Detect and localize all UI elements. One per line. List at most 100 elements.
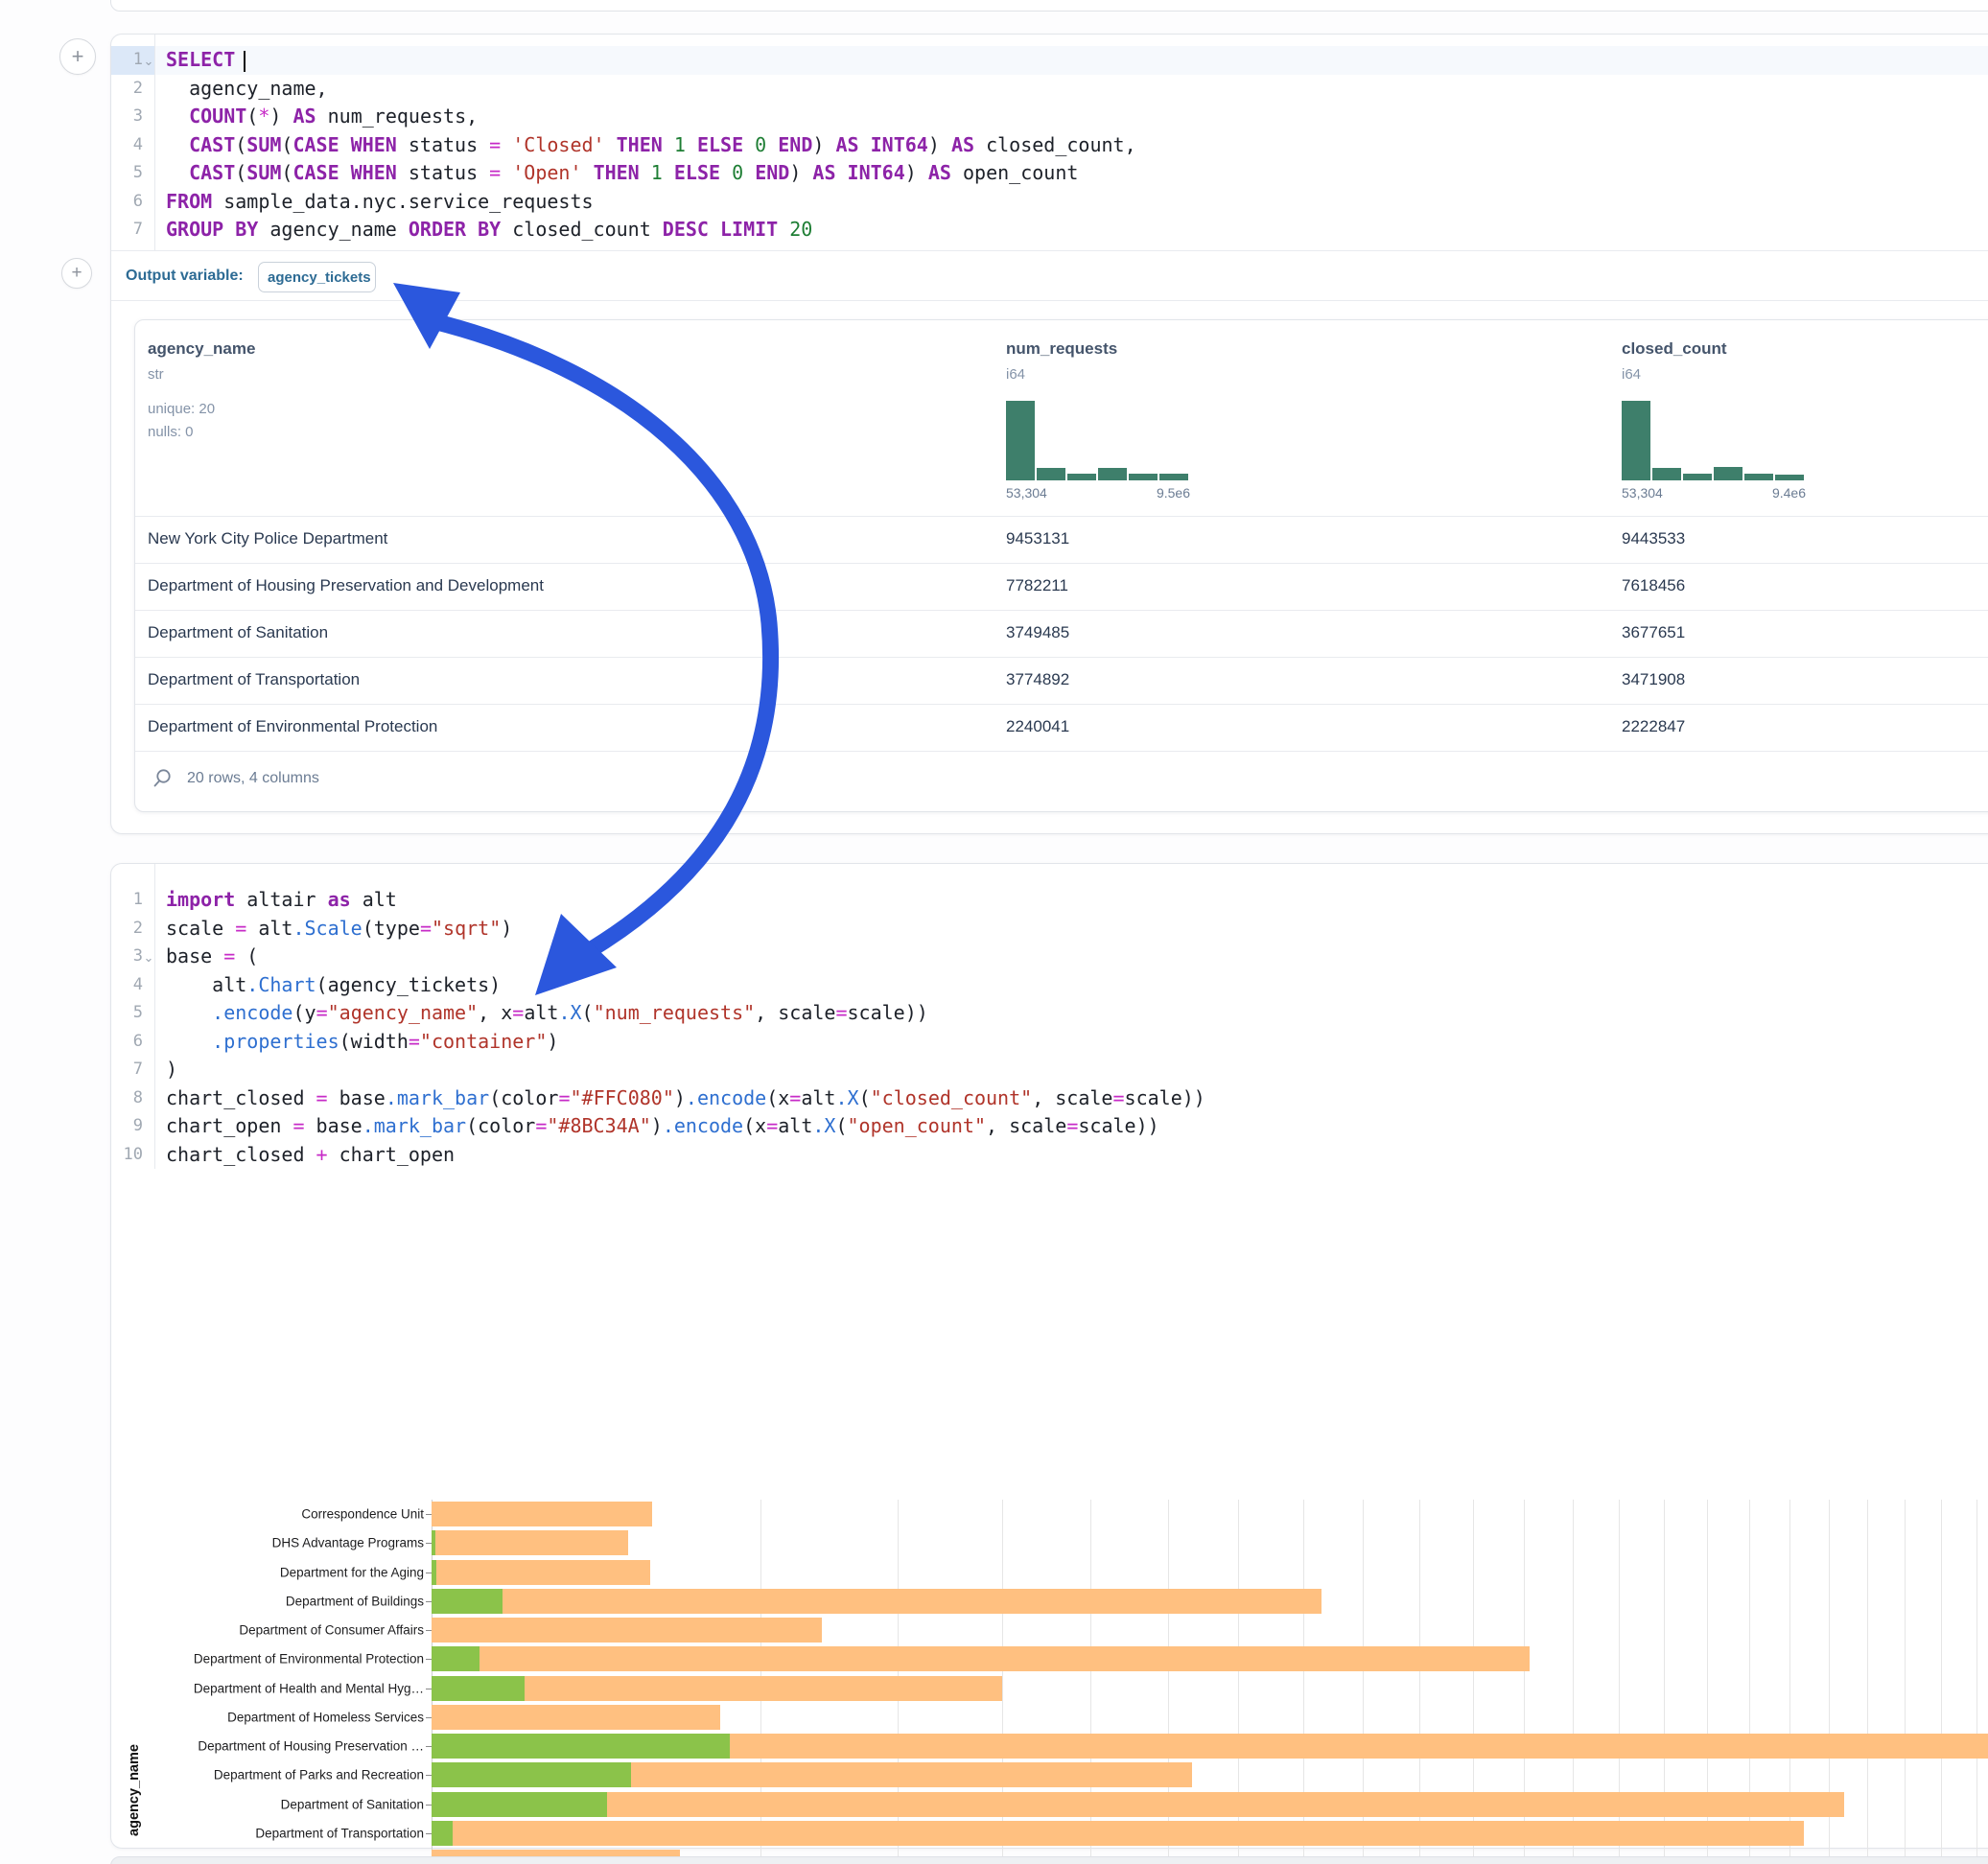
previous-cell-edge: [110, 0, 1988, 12]
cell-agency-name[interactable]: Department of Environmental Protection: [148, 717, 437, 736]
line-number: 7: [111, 216, 143, 245]
y-axis-label: Department of Housing Preservation …: [198, 1739, 424, 1754]
text-cursor: [244, 51, 246, 72]
closed-count-histogram: [1622, 401, 1806, 480]
cell-closed-count[interactable]: 3471908: [1622, 670, 1685, 689]
histogram-bin: [1622, 401, 1650, 480]
code-text: chart_open = base.mark_bar(color="#8BC34…: [166, 1112, 1159, 1141]
code-text: CAST(SUM(CASE WHEN status = 'Closed' THE…: [166, 131, 1136, 160]
cell-num-requests[interactable]: 3749485: [1006, 623, 1069, 642]
cell-agency-name[interactable]: Department of Transportation: [148, 670, 360, 689]
add-cell-button-top[interactable]: +: [59, 38, 96, 75]
open-count-bar[interactable]: [432, 1734, 730, 1759]
search-icon[interactable]: [151, 767, 174, 790]
cell-num-requests[interactable]: 2240041: [1006, 717, 1069, 736]
cell-agency-name[interactable]: Department of Sanitation: [148, 623, 328, 642]
line-number: 3: [111, 943, 143, 971]
code-text: agency_name,: [166, 75, 328, 104]
open-count-bar[interactable]: [432, 1646, 479, 1671]
histogram-bin: [1775, 475, 1804, 480]
column-header-closed-count[interactable]: closed_count: [1622, 339, 1727, 359]
cell-closed-count[interactable]: 7618456: [1622, 576, 1685, 595]
code-text: SELECT: [166, 46, 246, 75]
closed-count-bar[interactable]: [432, 1792, 1844, 1817]
code-line[interactable]: 4 CAST(SUM(CASE WHEN status = 'Closed' T…: [111, 131, 1988, 160]
next-cell-edge: [110, 1856, 1988, 1864]
python-code-editor[interactable]: 1import altair as alt2scale = alt.Scale(…: [111, 886, 1988, 1169]
gutter-divider-2: [154, 864, 155, 1169]
y-axis-label: Department of Homeless Services: [227, 1710, 424, 1724]
code-line[interactable]: 2scale = alt.Scale(type="sqrt"): [111, 915, 1988, 944]
code-line[interactable]: 3⌄base = (: [111, 943, 1988, 971]
line-number: 4: [111, 131, 143, 160]
output-table-divider: [111, 300, 1988, 301]
closed-count-bar[interactable]: [432, 1530, 628, 1555]
closed-count-bar[interactable]: [432, 1821, 1804, 1846]
histogram-bin: [1037, 468, 1065, 480]
sql-code-editor[interactable]: 1⌄SELECT2 agency_name,3 COUNT(*) AS num_…: [111, 46, 1988, 245]
gutter-divider: [154, 35, 155, 250]
code-text: ): [166, 1056, 177, 1084]
histogram-bin: [1652, 468, 1681, 480]
line-number: 7: [111, 1056, 143, 1084]
code-line[interactable]: 1⌄SELECT: [111, 46, 1988, 75]
code-text: COUNT(*) AS num_requests,: [166, 103, 478, 131]
add-cell-button-output[interactable]: +: [61, 258, 92, 289]
fold-chevron-icon[interactable]: ⌄: [143, 944, 154, 972]
line-number: 6: [111, 188, 143, 217]
cell-closed-count[interactable]: 3677651: [1622, 623, 1685, 642]
result-table-card: agency_name str unique: 20 nulls: 0 num_…: [134, 319, 1988, 812]
code-line[interactable]: 5 .encode(y="agency_name", x=alt.X("num_…: [111, 999, 1988, 1028]
open-count-bar[interactable]: [432, 1589, 503, 1614]
code-line[interactable]: 9chart_open = base.mark_bar(color="#8BC3…: [111, 1112, 1988, 1141]
code-line[interactable]: 7GROUP BY agency_name ORDER BY closed_co…: [111, 216, 1988, 245]
hist-max-label-2: 9.4e6: [1718, 485, 1806, 501]
closed-count-bar[interactable]: [432, 1646, 1530, 1671]
cell-num-requests[interactable]: 3774892: [1006, 670, 1069, 689]
open-count-bar[interactable]: [432, 1530, 435, 1555]
cell-agency-name[interactable]: New York City Police Department: [148, 529, 387, 548]
closed-count-bar[interactable]: [432, 1560, 650, 1585]
closed-count-bar[interactable]: [432, 1705, 720, 1730]
open-count-bar[interactable]: [432, 1560, 436, 1585]
y-axis-label: Department of Buildings: [286, 1594, 424, 1608]
line-number: 4: [111, 971, 143, 1000]
code-line[interactable]: 1import altair as alt: [111, 886, 1988, 915]
histogram-bin: [1006, 401, 1035, 480]
code-line[interactable]: 6FROM sample_data.nyc.service_requests: [111, 188, 1988, 217]
cell-closed-count[interactable]: 2222847: [1622, 717, 1685, 736]
code-line[interactable]: 7): [111, 1056, 1988, 1084]
hist-min-label-2: 53,304: [1622, 485, 1663, 501]
open-count-bar[interactable]: [432, 1676, 525, 1701]
histogram-bin: [1129, 474, 1158, 480]
column-header-agency-name[interactable]: agency_name: [148, 339, 255, 359]
cell-agency-name[interactable]: Department of Housing Preservation and D…: [148, 576, 544, 595]
output-variable-chip[interactable]: agency_tickets: [258, 262, 376, 292]
histogram-bin: [1714, 467, 1742, 480]
closed-count-bar[interactable]: [432, 1589, 1321, 1614]
code-line[interactable]: 5 CAST(SUM(CASE WHEN status = 'Open' THE…: [111, 159, 1988, 188]
code-line[interactable]: 8chart_closed = base.mark_bar(color="#FF…: [111, 1084, 1988, 1113]
code-line[interactable]: 6 .properties(width="container"): [111, 1028, 1988, 1057]
chart-plot-area: [432, 1500, 1988, 1864]
fold-chevron-icon[interactable]: ⌄: [143, 47, 154, 76]
code-line[interactable]: 4 alt.Chart(agency_tickets): [111, 971, 1988, 1000]
code-text: alt.Chart(agency_tickets): [166, 971, 501, 1000]
column-type-num-requests: i64: [1006, 366, 1025, 383]
code-line[interactable]: 3 COUNT(*) AS num_requests,: [111, 103, 1988, 131]
open-count-bar[interactable]: [432, 1762, 631, 1787]
num-requests-histogram: [1006, 401, 1190, 480]
open-count-bar[interactable]: [432, 1792, 607, 1817]
open-count-bar[interactable]: [432, 1821, 453, 1846]
closed-count-bar[interactable]: [432, 1618, 822, 1643]
cell-closed-count[interactable]: 9443533: [1622, 529, 1685, 548]
closed-count-bar[interactable]: [432, 1502, 652, 1526]
line-number: 10: [111, 1141, 143, 1170]
cell-num-requests[interactable]: 7782211: [1006, 576, 1068, 595]
cell-num-requests[interactable]: 9453131: [1006, 529, 1069, 548]
line-number: 5: [111, 999, 143, 1028]
column-header-num-requests[interactable]: num_requests: [1006, 339, 1117, 359]
code-text: chart_closed = base.mark_bar(color="#FFC…: [166, 1084, 1205, 1113]
code-line[interactable]: 10chart_closed + chart_open: [111, 1141, 1988, 1170]
code-line[interactable]: 2 agency_name,: [111, 75, 1988, 104]
